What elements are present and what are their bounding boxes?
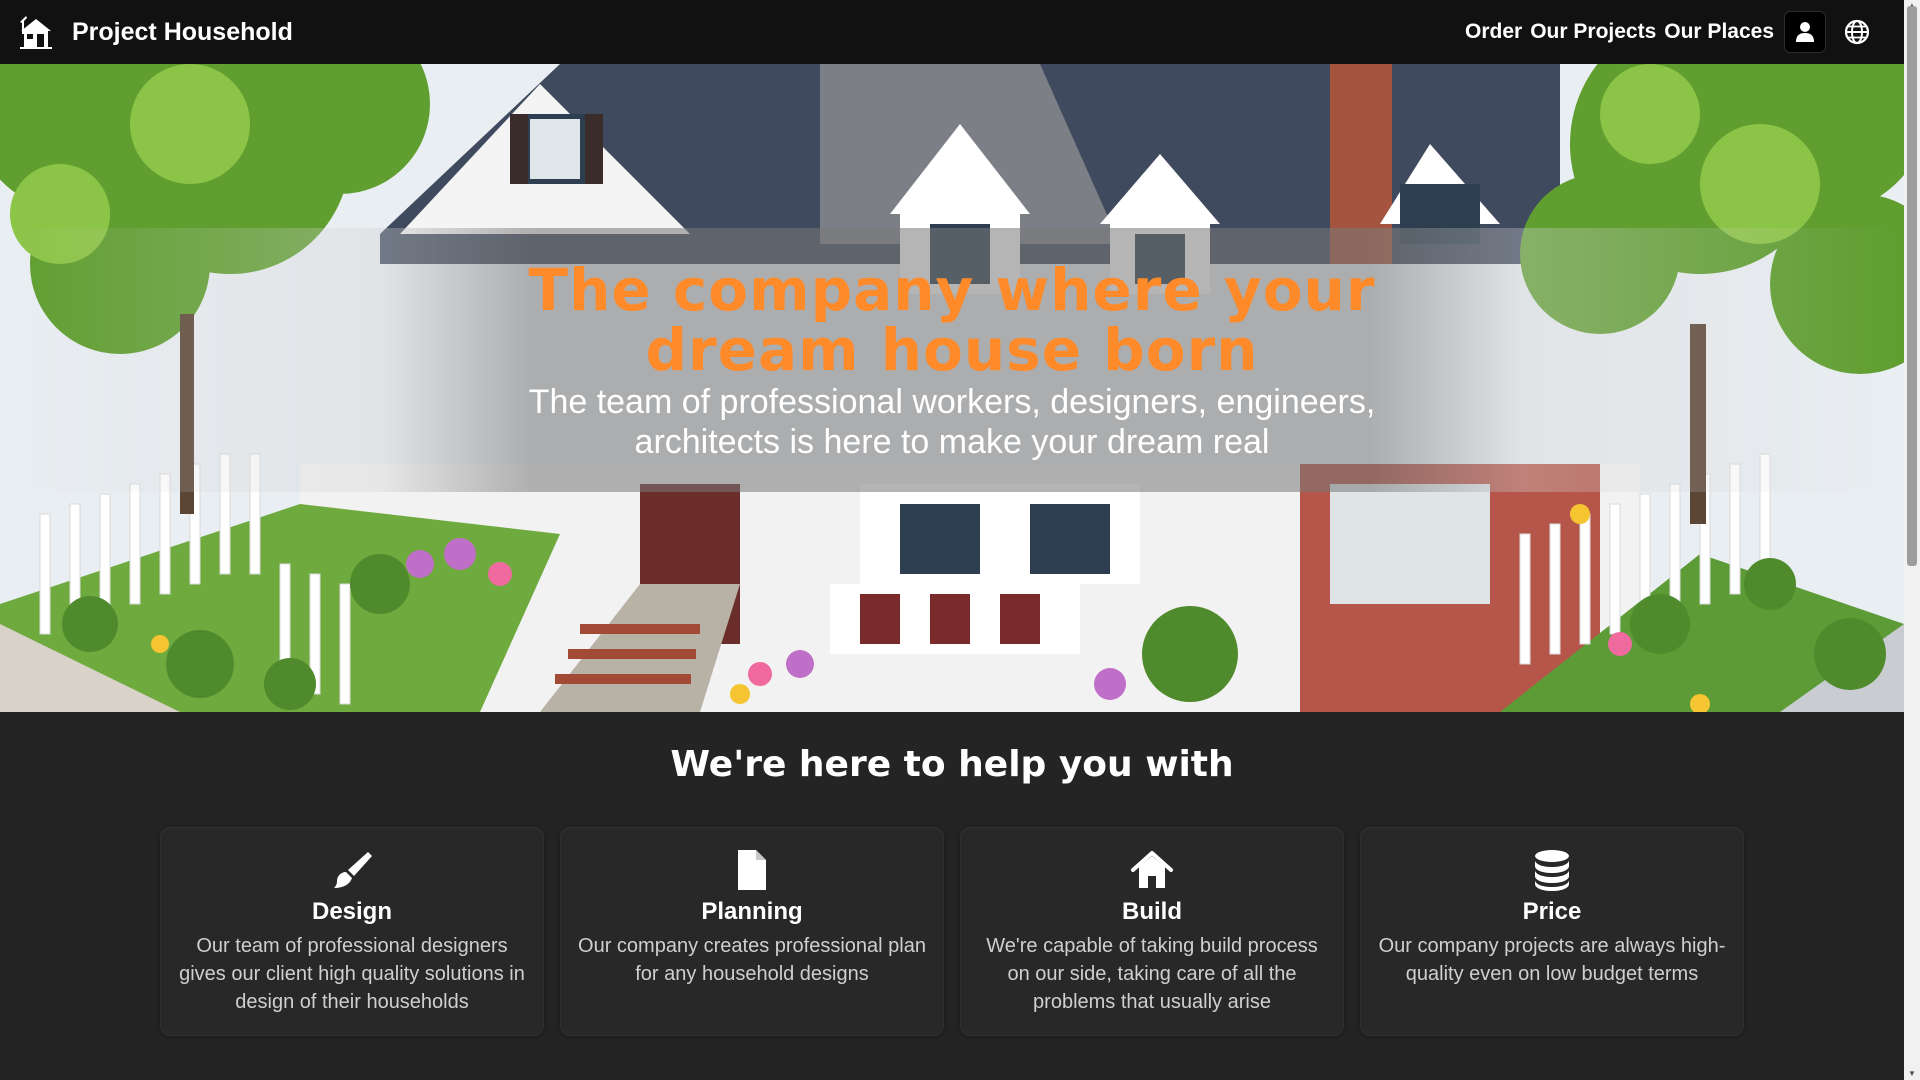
service-card-title: Price — [1522, 898, 1582, 925]
brand[interactable]: Project Household — [18, 14, 293, 50]
globe-icon — [1844, 19, 1870, 45]
service-card-design[interactable]: Design Our team of professional designer… — [160, 827, 544, 1036]
service-card-text: Our team of professional designers gives… — [179, 935, 525, 1013]
services-cards: Design Our team of professional designer… — [160, 827, 1744, 1036]
nav-our-projects-link[interactable]: Our Projects — [1530, 20, 1656, 44]
file-icon — [730, 848, 774, 892]
hero-title: The company where your dream house born — [0, 260, 1904, 380]
service-card-price[interactable]: Price Our company projects are always hi… — [1360, 827, 1744, 1036]
hero-title-line-1: The company where your — [528, 256, 1376, 324]
user-icon — [1796, 22, 1814, 42]
service-card-text: Our company creates professional plan fo… — [578, 935, 926, 985]
scrollbar-thumb[interactable] — [1907, 6, 1917, 566]
main-nav: Order Our Projects Our Places — [1465, 11, 1878, 53]
service-card-planning[interactable]: Planning Our company creates professiona… — [560, 827, 944, 1036]
services-heading: We're here to help you with — [670, 744, 1234, 785]
service-card-title: Build — [1122, 898, 1182, 925]
account-button[interactable] — [1784, 11, 1826, 53]
page-scrollbar[interactable]: ▲ ▼ — [1904, 0, 1920, 1080]
hero-subtitle-line-1: The team of professional workers, design… — [528, 383, 1376, 421]
nav-order-link[interactable]: Order — [1465, 20, 1522, 44]
brand-name[interactable]: Project Household — [72, 18, 293, 47]
language-button[interactable] — [1836, 11, 1878, 53]
service-card-text: Our company projects are always high-qua… — [1378, 935, 1726, 985]
house-logo-icon — [20, 16, 52, 49]
database-icon — [1530, 848, 1574, 892]
hero-banner: The company where your dream house born … — [0, 64, 1904, 712]
house-icon — [1130, 848, 1174, 892]
hero-subtitle-line-2: architects is here to make your dream re… — [634, 423, 1270, 461]
service-card-build[interactable]: Build We're capable of taking build proc… — [960, 827, 1344, 1036]
service-card-title: Planning — [701, 898, 803, 925]
paintbrush-icon — [330, 848, 374, 892]
nav-our-places-link[interactable]: Our Places — [1664, 20, 1774, 44]
scroll-down-arrow-icon[interactable]: ▼ — [1904, 1068, 1920, 1080]
top-navbar: Project Household Order Our Projects Our… — [0, 0, 1904, 64]
service-card-text: We're capable of taking build process on… — [986, 935, 1318, 1013]
hero-title-line-2: dream house born — [645, 316, 1259, 384]
service-card-title: Design — [311, 898, 392, 925]
hero-subtitle: The team of professional workers, design… — [0, 382, 1904, 462]
